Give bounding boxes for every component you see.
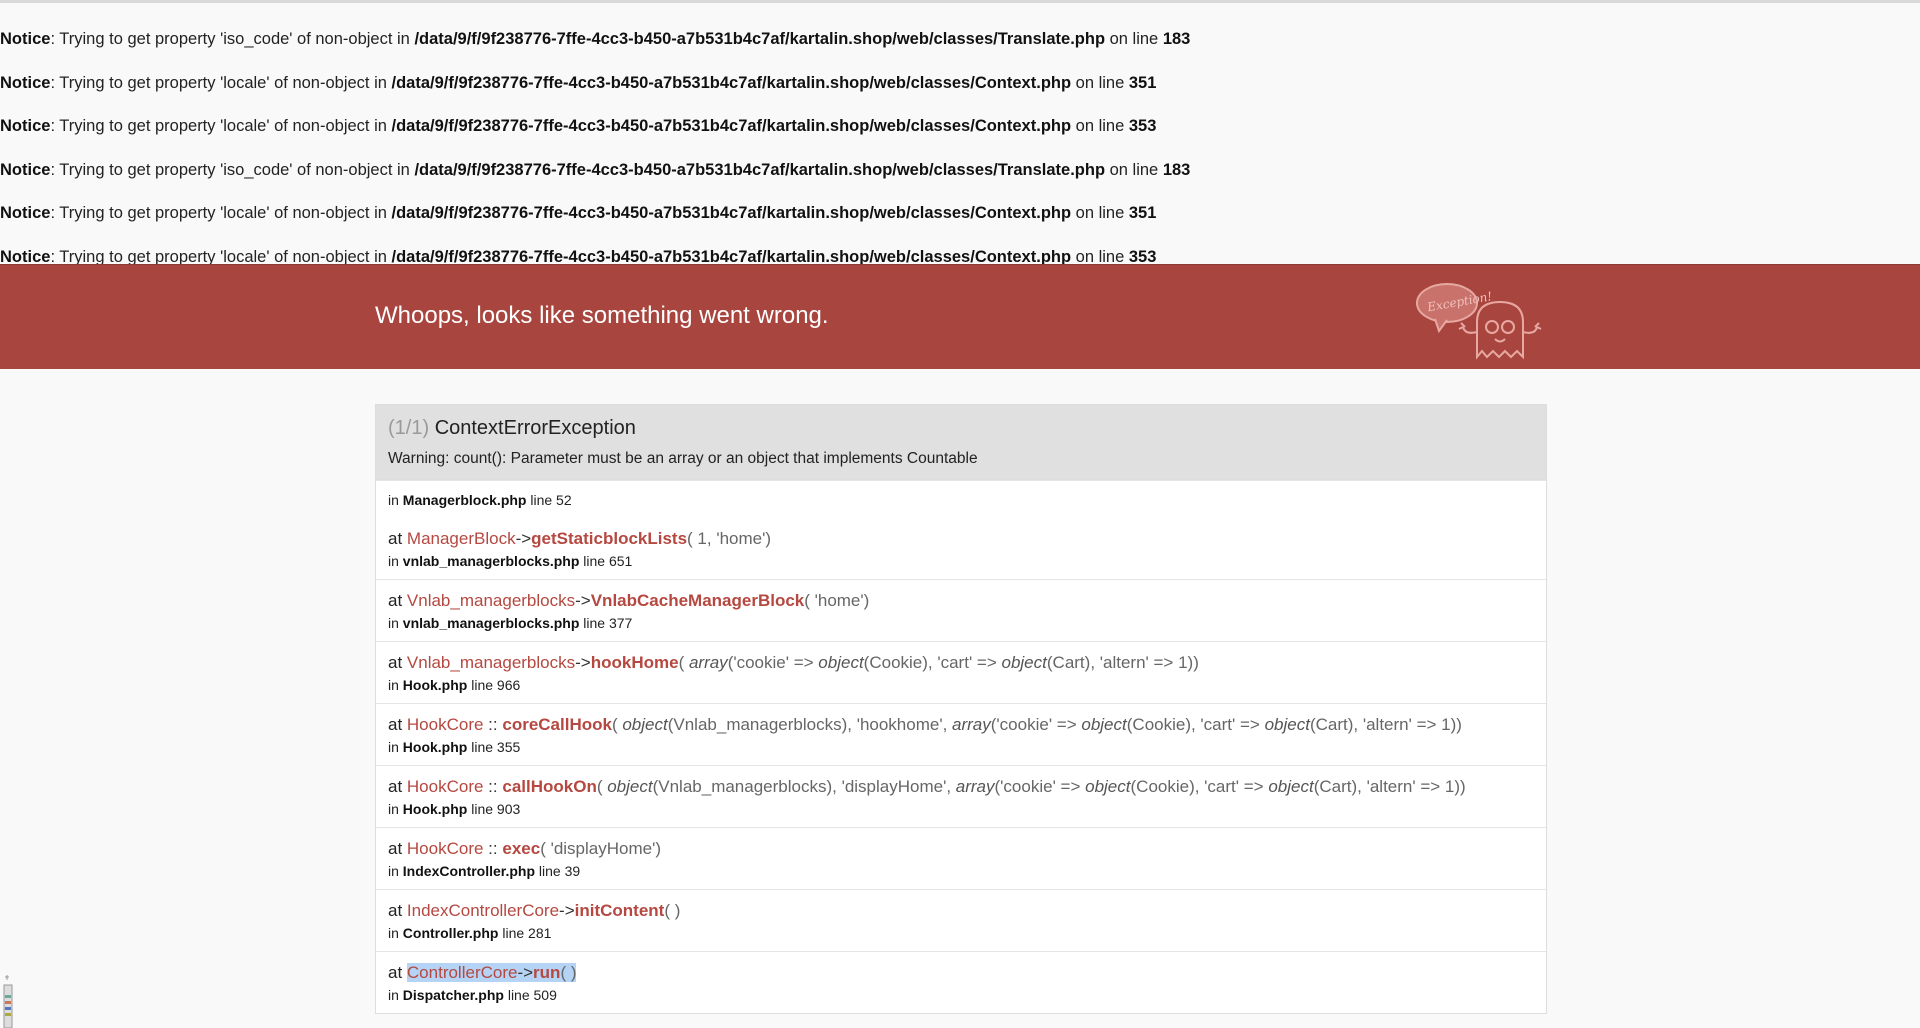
trace-args: ( ) [664,901,681,920]
trace-args: ( 1, 'home') [687,529,772,548]
exception-panel: (1/1) ContextErrorException Warning: cou… [375,404,1547,1014]
trace-file: Controller.php [402,925,499,941]
trace-method: coreCallHook [502,715,612,734]
trace-file: IndexController.php [402,863,536,879]
trace-frame: at HookCore :: coreCallHook( object(Vnla… [376,703,1546,765]
trace-args: ( ) [560,963,577,982]
trace-origin: in Managerblock.php line 52 [376,480,1546,518]
trace-class: ManagerBlock [406,529,516,548]
trace-method: initContent [574,901,665,920]
trace-frame: at ControllerCore->run( ) in Dispatcher.p… [376,951,1546,1013]
trace-method: hookHome [590,653,679,672]
trace-method: getStaticblockLists [531,529,688,548]
notice-line: Notice: Trying to get property 'iso_code… [0,160,1191,179]
trace-class: Vnlab_managerblocks [406,591,576,610]
trace-method: exec [502,839,541,858]
trace-frame: at IndexControllerCore->initContent( ) in… [376,889,1546,951]
trace-class: HookCore [406,839,484,858]
trace-frame: at Vnlab_managerblocks->VnlabCacheManage… [376,579,1546,641]
trace-file: Hook.php [402,677,468,693]
trace-frame: at HookCore :: callHookOn( object(Vnlab_… [376,765,1546,827]
error-banner: Whoops, looks like something went wrong.… [0,264,1920,369]
notice-line: Notice: Trying to get property 'locale' … [0,73,1157,92]
trace-file: Hook.php [402,801,468,817]
trace-args: ( 'home') [804,591,870,610]
trace-frame: at ManagerBlock->getStaticblockLists( 1,… [388,529,772,569]
trace-method: run [533,963,561,982]
exception-count: (1/1) [388,417,430,439]
notice-line: Notice: Trying to get property 'locale' … [0,204,1157,222]
trace-frame: at Vnlab_managerblocks->hookHome( array(… [376,641,1546,703]
trace-class: HookCore [406,777,484,796]
banner-title: Whoops, looks like something went wrong. [375,302,829,329]
trace-file: Hook.php [402,739,468,755]
trace-file: Dispatcher.php [402,987,504,1003]
trace-class: IndexControllerCore [406,901,560,920]
trace-file: vnlab_managerblocks.php [402,615,580,631]
trace-method: callHookOn [502,777,597,796]
trace-method: VnlabCacheManagerBlock [590,591,805,610]
exception-name: ContextErrorException [434,417,636,439]
trace-args: ( 'displayHome') [540,839,661,858]
exception-message: Warning: count(): Parameter must be an a… [388,450,978,467]
trace-frame: at HookCore :: exec( 'displayHome') in In… [376,827,1546,889]
notice-list: Notice: Trying to get property 'iso_code… [0,3,1920,286]
trace-file: Managerblock.php [402,492,527,508]
trace-class: HookCore [406,715,484,734]
notice-line: Notice: Trying to get property 'locale' … [0,117,1157,135]
trace-file: vnlab_managerblocks.php [402,553,580,569]
exception-header: (1/1) ContextErrorException Warning: cou… [376,405,1546,480]
trace-class: Vnlab_managerblocks [406,653,576,672]
exception-ghost-icon: Exception! [1416,283,1542,360]
trace-class: ControllerCore [406,963,518,982]
notice-line: Notice: Trying to get property 'iso_code… [0,30,1191,48]
scroll-indicator-icon[interactable] [0,975,14,1028]
